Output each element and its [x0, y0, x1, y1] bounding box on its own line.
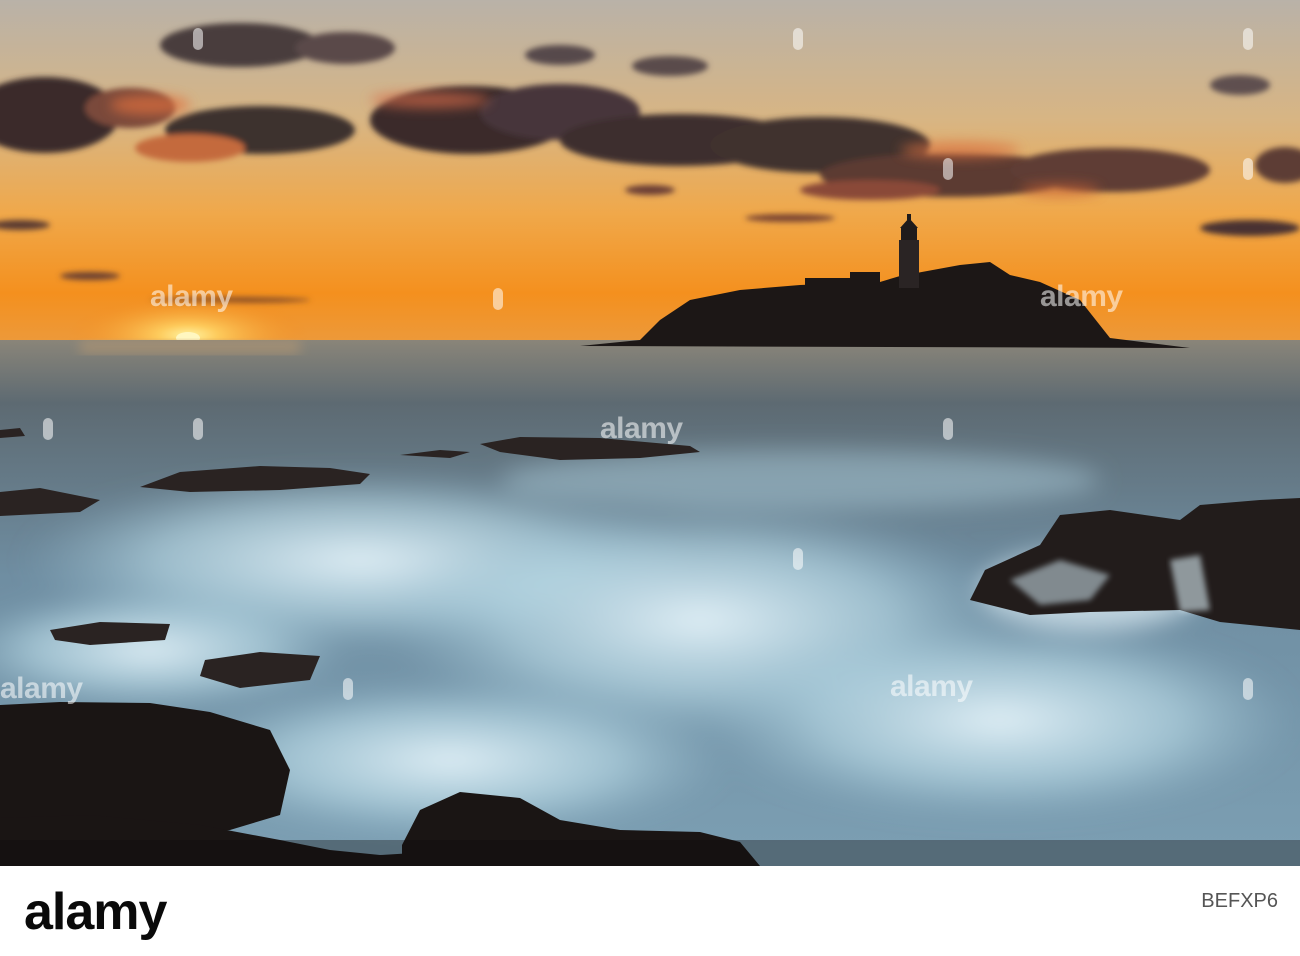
watermark: alamy [0, 672, 83, 705]
watermark: alamy [150, 280, 233, 313]
sun-reflection [80, 340, 300, 354]
watermark: alamy [890, 670, 973, 703]
watermark-mark [943, 158, 953, 180]
watermark-mark [793, 548, 803, 570]
image-id-block: BEFXP6 [1201, 889, 1278, 913]
watermark: alamy [1040, 280, 1123, 313]
watermark-mark [793, 28, 803, 50]
watermark-mark [493, 288, 503, 310]
watermark-mark [43, 418, 53, 440]
watermark-mark [193, 418, 203, 440]
footer-bar [0, 866, 1300, 956]
watermark-mark [193, 28, 203, 50]
watermark: alamy [600, 412, 683, 445]
watermark-mark [1243, 158, 1253, 180]
image-id: BEFXP6 [1201, 890, 1278, 912]
watermark-mark [943, 418, 953, 440]
footer-logo: alamy [24, 883, 167, 941]
watermark-mark [1243, 678, 1253, 700]
lighthouse-tower [899, 240, 919, 288]
watermark-mark [1243, 28, 1253, 50]
watermark-mark [343, 678, 353, 700]
